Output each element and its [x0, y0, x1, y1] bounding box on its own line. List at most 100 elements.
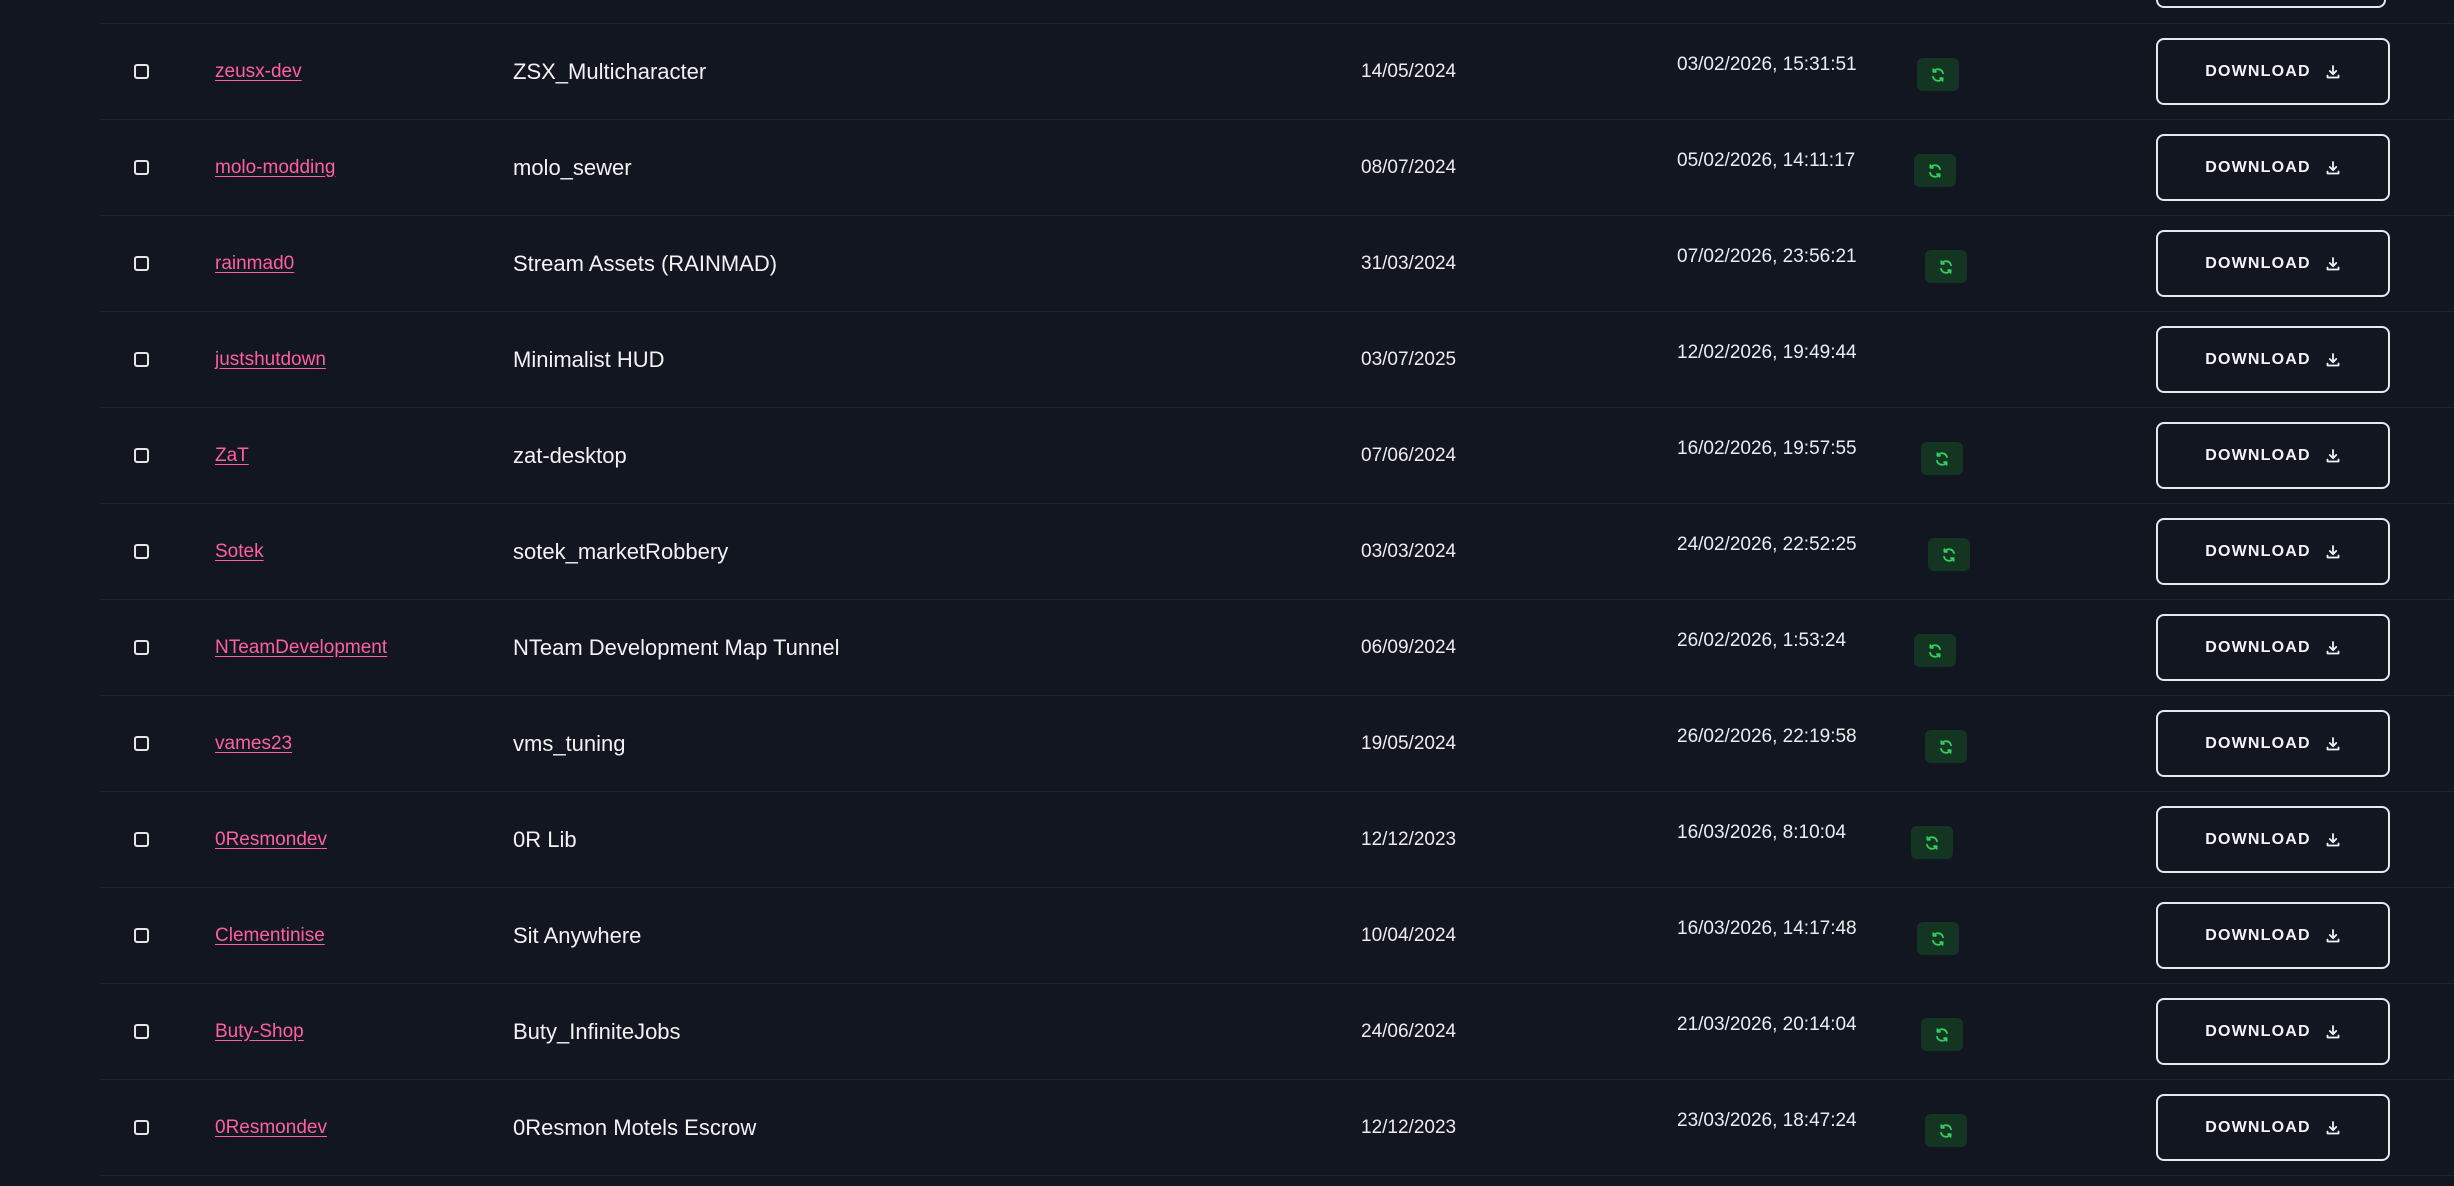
author-link[interactable]: Clementinise — [215, 925, 325, 947]
previous-row-edge — [100, 0, 2454, 24]
row-checkbox[interactable] — [133, 640, 149, 655]
author-link[interactable]: vames23 — [215, 733, 292, 755]
download-button[interactable]: DOWNLOAD — [2156, 806, 2390, 873]
download-cell: DOWNLOAD — [2156, 888, 2390, 983]
row-checkbox-cell — [130, 216, 152, 311]
updated-cell: 16/02/2026, 19:57:55 — [1677, 408, 2057, 503]
resource-name-cell: Minimalist HUD — [513, 312, 665, 407]
table-row: molo-modding molo_sewer 08/07/2024 05/02… — [100, 120, 2454, 216]
updated-timestamp: 16/03/2026, 8:10:04 — [1677, 822, 1847, 843]
updated-cell: 21/03/2026, 20:14:04 — [1677, 984, 2057, 1079]
download-icon — [2326, 544, 2340, 558]
download-button[interactable]: DOWNLOAD — [2156, 422, 2390, 489]
row-checkbox[interactable] — [133, 1120, 149, 1135]
row-checkbox-cell — [130, 984, 152, 1079]
row-checkbox[interactable] — [133, 160, 149, 175]
download-button[interactable]: DOWNLOAD — [2156, 134, 2390, 201]
created-date: 03/03/2024 — [1361, 540, 1457, 562]
sync-button[interactable] — [1925, 1114, 1967, 1147]
row-checkbox[interactable] — [133, 928, 149, 943]
table-row: Clementinise Sit Anywhere 10/04/2024 16/… — [100, 888, 2454, 984]
updated-timestamp: 16/03/2026, 14:17:48 — [1677, 918, 1857, 939]
download-cell: DOWNLOAD — [2156, 600, 2390, 695]
download-button[interactable]: DOWNLOAD — [2156, 1094, 2390, 1161]
author-cell: NTeamDevelopment — [215, 600, 387, 695]
updated-timestamp: 21/03/2026, 20:14:04 — [1677, 1014, 1857, 1035]
refresh-icon — [1940, 739, 1952, 754]
author-cell: Sotek — [215, 504, 264, 599]
row-checkbox[interactable] — [133, 448, 149, 463]
row-checkbox[interactable] — [133, 544, 149, 559]
previous-download-button-edge[interactable] — [2156, 0, 2386, 8]
row-checkbox[interactable] — [133, 1024, 149, 1039]
author-link[interactable]: molo-modding — [215, 157, 335, 179]
download-button[interactable]: DOWNLOAD — [2156, 38, 2390, 105]
resource-name-cell: molo_sewer — [513, 120, 632, 215]
sync-button[interactable] — [1921, 442, 1963, 475]
table-row: justshutdown Minimalist HUD 03/07/2025 1… — [100, 312, 2454, 408]
download-button[interactable]: DOWNLOAD — [2156, 710, 2390, 777]
sync-button[interactable] — [1914, 634, 1956, 667]
download-button[interactable]: DOWNLOAD — [2156, 518, 2390, 585]
author-link[interactable]: ZaT — [215, 445, 249, 467]
download-button-label: DOWNLOAD — [2205, 254, 2311, 272]
row-checkbox[interactable] — [133, 64, 149, 79]
author-link[interactable]: 0Resmondev — [215, 1117, 327, 1139]
table-row: ZaT zat-desktop 07/06/2024 16/02/2026, 1… — [100, 408, 2454, 504]
author-link[interactable]: rainmad0 — [215, 253, 294, 275]
created-date-cell: 24/06/2024 — [1361, 984, 1456, 1079]
download-button[interactable]: DOWNLOAD — [2156, 230, 2390, 297]
sync-button[interactable] — [1917, 922, 1959, 955]
download-button[interactable]: DOWNLOAD — [2156, 902, 2390, 969]
sync-button[interactable] — [1911, 826, 1953, 859]
row-checkbox[interactable] — [133, 832, 149, 847]
author-cell: 0Resmondev — [215, 792, 327, 887]
updated-cell: 16/03/2026, 8:10:04 — [1677, 792, 2057, 887]
row-checkbox[interactable] — [133, 736, 149, 751]
updated-timestamp: 24/02/2026, 22:52:25 — [1677, 534, 1857, 555]
row-checkbox-cell — [130, 24, 152, 119]
row-checkbox[interactable] — [133, 352, 149, 367]
author-link[interactable]: Buty-Shop — [215, 1021, 304, 1043]
author-link[interactable]: 0Resmondev — [215, 829, 327, 851]
row-checkbox-cell — [130, 312, 152, 407]
resource-name-cell: vms_tuning — [513, 696, 626, 791]
download-button-label: DOWNLOAD — [2205, 1118, 2311, 1136]
download-button[interactable]: DOWNLOAD — [2156, 998, 2390, 1065]
created-date-cell: 10/04/2024 — [1361, 888, 1456, 983]
author-cell: ZaT — [215, 408, 249, 503]
created-date-cell: 14/05/2024 — [1361, 24, 1456, 119]
updated-timestamp: 26/02/2026, 1:53:24 — [1677, 630, 1847, 651]
download-cell: DOWNLOAD — [2156, 120, 2390, 215]
refresh-icon — [1940, 1123, 1952, 1138]
updated-timestamp: 07/02/2026, 23:56:21 — [1677, 246, 1857, 267]
download-icon — [2326, 1120, 2340, 1134]
created-date-cell: 06/09/2024 — [1361, 600, 1456, 695]
author-link[interactable]: justshutdown — [215, 349, 326, 371]
sync-button[interactable] — [1917, 58, 1959, 91]
sync-button[interactable] — [1928, 538, 1970, 571]
author-link[interactable]: zeusx-dev — [215, 61, 302, 83]
resource-name: Sit Anywhere — [513, 922, 642, 948]
resource-name-cell: ZSX_Multicharacter — [513, 24, 706, 119]
resource-name: Buty_InfiniteJobs — [513, 1018, 681, 1044]
sync-button[interactable] — [1914, 154, 1956, 187]
author-link[interactable]: NTeamDevelopment — [215, 637, 387, 659]
download-button[interactable]: DOWNLOAD — [2156, 614, 2390, 681]
sync-button[interactable] — [1925, 730, 1967, 763]
download-button[interactable]: DOWNLOAD — [2156, 326, 2390, 393]
sync-button[interactable] — [1921, 1018, 1963, 1051]
download-icon — [2326, 64, 2340, 78]
resource-name-cell: Sit Anywhere — [513, 888, 641, 983]
sync-button[interactable] — [1925, 250, 1967, 283]
resource-name: molo_sewer — [513, 154, 632, 180]
download-icon — [2326, 1024, 2340, 1038]
download-icon — [2326, 832, 2340, 846]
resource-name-cell: 0Resmon Motels Escrow — [513, 1080, 756, 1175]
created-date-cell: 12/12/2023 — [1361, 1080, 1456, 1175]
download-icon — [2326, 352, 2340, 366]
updated-cell: 23/03/2026, 18:47:24 — [1677, 1080, 2057, 1175]
author-link[interactable]: Sotek — [215, 541, 264, 563]
row-checkbox[interactable] — [133, 256, 149, 271]
updated-timestamp: 12/02/2026, 19:49:44 — [1677, 342, 1857, 363]
